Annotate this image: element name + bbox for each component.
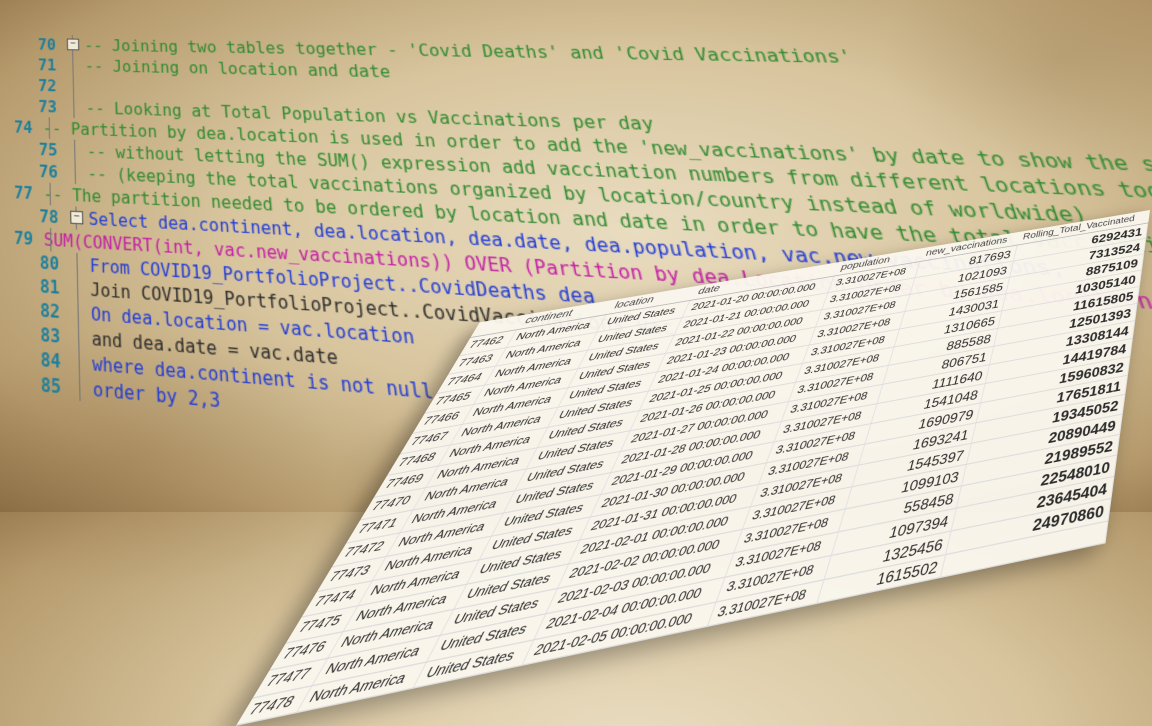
fold-gutter	[70, 253, 90, 278]
line-number: 78	[14, 205, 69, 227]
line-number: 73	[14, 97, 67, 117]
line-number: 75	[14, 139, 68, 160]
fold-toggle-icon[interactable]: −	[67, 39, 79, 51]
fold-gutter	[72, 375, 93, 403]
fold-gutter	[66, 55, 85, 76]
line-number: 80	[14, 251, 70, 275]
fold-gutter	[70, 276, 90, 301]
line-number: 82	[14, 298, 71, 323]
fold-gutter	[71, 300, 92, 326]
fold-gutter	[67, 97, 86, 119]
fold-gutter: −	[66, 35, 85, 56]
line-number: 72	[14, 76, 67, 95]
fold-gutter	[67, 76, 86, 97]
line-number: 74	[14, 118, 43, 137]
fold-gutter	[72, 350, 93, 377]
line-number: 76	[14, 161, 69, 182]
line-number: 70	[14, 35, 66, 53]
line-number: 81	[14, 274, 71, 298]
line-number: 83	[14, 322, 72, 348]
fold-toggle-icon[interactable]: −	[70, 211, 83, 225]
fold-gutter: −	[69, 206, 89, 230]
line-number: 71	[14, 56, 67, 75]
line-number: 85	[14, 372, 73, 399]
fold-gutter	[68, 161, 88, 184]
line-number: 84	[14, 347, 72, 373]
line-number: 79	[14, 228, 44, 249]
fold-gutter	[68, 139, 87, 162]
fold-gutter	[71, 325, 92, 351]
line-number: 77	[14, 183, 43, 204]
